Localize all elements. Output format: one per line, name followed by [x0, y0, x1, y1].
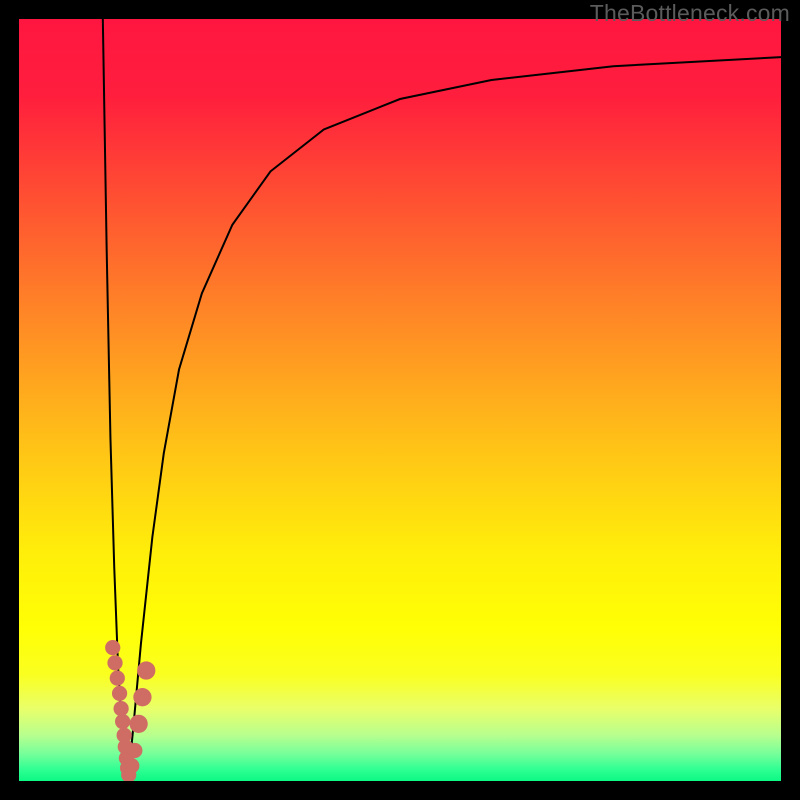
data-marker — [127, 743, 142, 758]
chart-frame: TheBottleneck.com — [0, 0, 800, 800]
data-marker — [137, 661, 155, 679]
data-marker — [124, 758, 139, 773]
data-marker — [115, 714, 130, 729]
gradient-bg — [19, 19, 781, 781]
watermark-text: TheBottleneck.com — [590, 0, 790, 27]
data-marker — [113, 701, 128, 716]
data-marker — [105, 640, 120, 655]
chart-svg — [19, 19, 781, 781]
data-marker — [112, 686, 127, 701]
data-marker — [129, 715, 147, 733]
data-marker — [133, 688, 151, 706]
plot-area — [19, 19, 781, 781]
data-marker — [107, 655, 122, 670]
data-marker — [110, 671, 125, 686]
